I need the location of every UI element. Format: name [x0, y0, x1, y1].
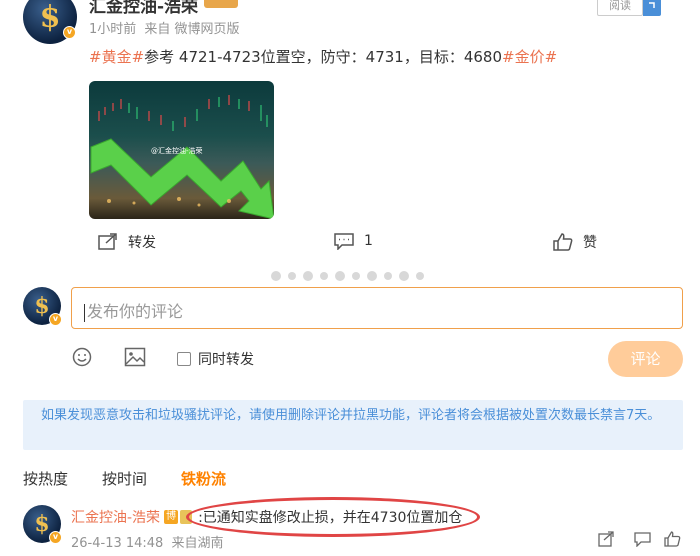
- repost-label: 转发: [128, 235, 156, 251]
- moderation-notice: 如果发现恶意攻击和垃圾骚扰评论，请使用删除评论并拉黑功能，评论者将会根据被处置次…: [23, 400, 683, 450]
- repost-button[interactable]: 转发: [98, 232, 156, 252]
- member-badge-icon: [204, 0, 238, 8]
- comment-like-button[interactable]: [664, 531, 681, 551]
- image-icon: [124, 347, 146, 367]
- comment-reply-button[interactable]: [634, 531, 651, 551]
- image-watermark: @汇金控油-浩荣: [151, 147, 203, 155]
- hashtag-gold-price[interactable]: #金价#: [502, 48, 557, 66]
- comment-meta: 26-4-13 14:48 来自湖南: [71, 532, 224, 551]
- highlight-ellipse: [186, 497, 480, 537]
- submit-comment-button[interactable]: 评论: [608, 341, 683, 377]
- tab-by-popularity[interactable]: 按热度: [23, 468, 68, 489]
- like-button[interactable]: 赞: [553, 232, 597, 252]
- tab-by-time[interactable]: 按时间: [102, 468, 147, 489]
- comment-placeholder: 发布你的评论: [87, 302, 184, 321]
- comment-repost-button[interactable]: [598, 531, 614, 551]
- post-meta: 1小时前 来自 微博网页版: [89, 18, 240, 37]
- repost-icon: [98, 233, 117, 250]
- commenter-avatar[interactable]: $ v: [23, 505, 62, 544]
- post-source: 来自 微博网页版: [144, 22, 240, 37]
- commenter-name[interactable]: 汇金控油-浩荣: [71, 507, 160, 527]
- also-repost-checkbox[interactable]: [177, 352, 191, 366]
- post-author-name[interactable]: 汇金控油-浩荣: [89, 0, 198, 17]
- verified-badge-icon: v: [49, 531, 62, 544]
- verified-badge-icon: v: [49, 313, 62, 326]
- comment-input[interactable]: 发布你的评论: [71, 287, 683, 329]
- comment-location: 来自湖南: [171, 536, 224, 551]
- post-image[interactable]: @汇金控油-浩荣: [89, 81, 274, 219]
- more-menu-icon[interactable]: [643, 0, 661, 16]
- thumbs-up-icon: [553, 233, 573, 251]
- comment-time: 26-4-13 14:48: [71, 536, 164, 551]
- text-caret: [84, 303, 85, 322]
- comment-count: 1: [364, 233, 373, 249]
- section-divider: [270, 270, 430, 282]
- comment-button[interactable]: 1: [334, 232, 373, 250]
- post-body-text: 参考 4721-4723位置空，防守：4731，目标：4680: [144, 48, 503, 66]
- post-content: #黄金#参考 4721-4723位置空，防守：4731，目标：4680#金价#: [89, 46, 557, 67]
- repost-icon: [598, 531, 614, 547]
- also-repost-label: 同时转发: [198, 352, 254, 368]
- tab-loyal-fans[interactable]: 铁粉流: [181, 468, 226, 489]
- thumbs-up-icon: [664, 531, 681, 547]
- comment-icon: [334, 233, 354, 250]
- post-time: 1小时前: [89, 22, 137, 37]
- emoji-button[interactable]: [72, 347, 92, 371]
- verified-badge-icon: v: [63, 26, 76, 39]
- hashtag-gold[interactable]: #黄金#: [89, 48, 144, 66]
- like-label: 赞: [583, 235, 597, 251]
- also-repost-option[interactable]: 同时转发: [177, 349, 254, 369]
- emoji-icon: [72, 347, 92, 367]
- my-avatar[interactable]: $ v: [23, 287, 62, 326]
- image-upload-button[interactable]: [124, 347, 146, 371]
- reply-icon: [634, 532, 651, 548]
- author-avatar[interactable]: $ v: [23, 0, 77, 44]
- read-count-button[interactable]: 阅读: [597, 0, 643, 16]
- blogger-badge-icon: 博: [164, 510, 179, 524]
